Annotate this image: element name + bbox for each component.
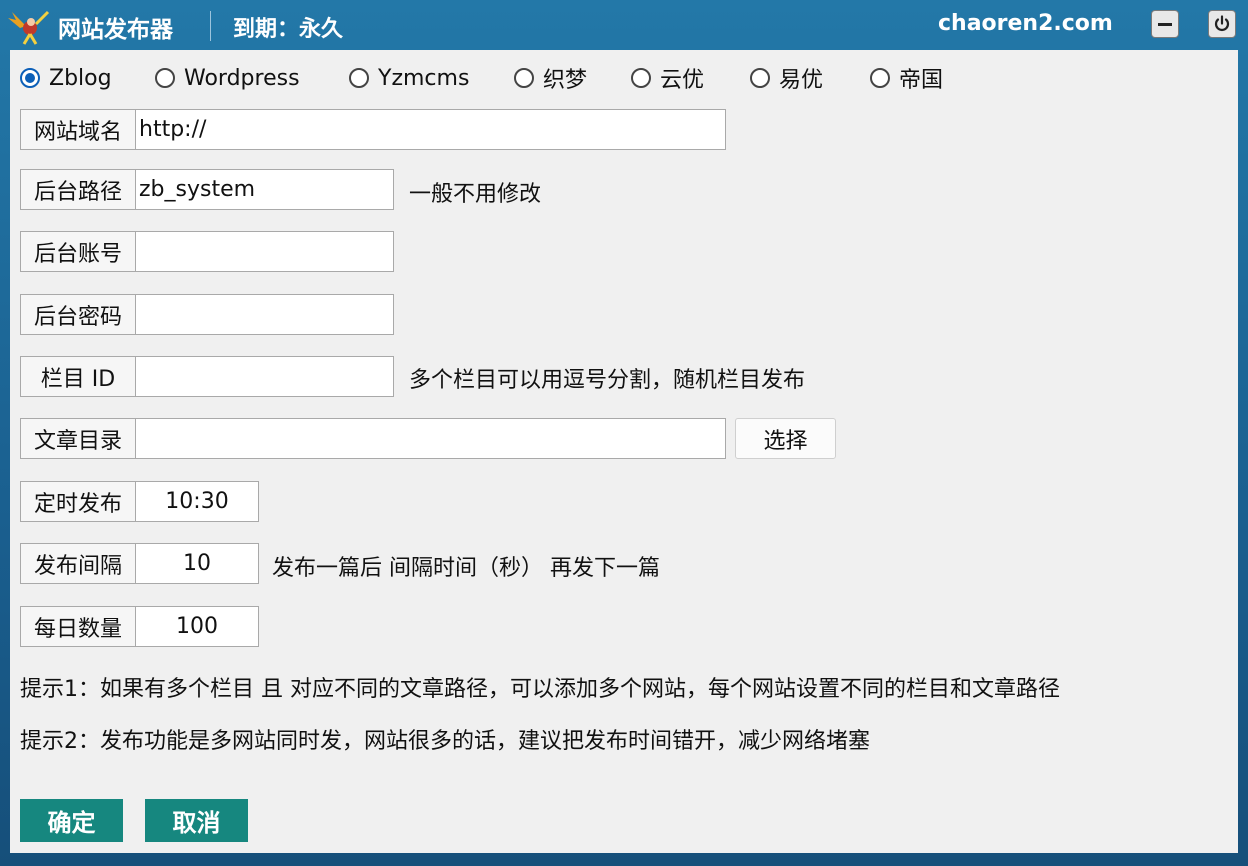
- radio-label: 易优: [779, 68, 824, 93]
- radio-eyou[interactable]: 易优: [750, 65, 824, 93]
- interval-label: 发布间隔: [20, 543, 136, 584]
- domain-label: 网站域名: [20, 109, 136, 150]
- article-dir-label: 文章目录: [20, 418, 136, 459]
- category-id-input[interactable]: [135, 356, 394, 397]
- power-icon: [1214, 15, 1230, 31]
- interval-hint: 发布一篇后 间隔时间（秒） 再发下一篇: [272, 556, 660, 581]
- radio-yzmcms[interactable]: Yzmcms: [349, 65, 469, 91]
- daily-count-label: 每日数量: [20, 606, 136, 647]
- article-dir-input[interactable]: [135, 418, 726, 459]
- radio-unselected-icon: [631, 68, 651, 88]
- radio-unselected-icon: [870, 68, 890, 88]
- radio-unselected-icon: [349, 68, 369, 88]
- minimize-icon: [1158, 23, 1172, 26]
- radio-unselected-icon: [514, 68, 534, 88]
- radio-yunyou[interactable]: 云优: [631, 65, 705, 93]
- daily-count-input[interactable]: 100: [135, 606, 259, 647]
- radio-selected-icon: [20, 68, 40, 88]
- radio-empire[interactable]: 帝国: [870, 65, 944, 93]
- radio-unselected-icon: [155, 68, 175, 88]
- tip-text: 提示1：如果有多个栏目 且 对应不同的文章路径，可以添加多个网站，每个网站设置不…: [20, 677, 1060, 702]
- radio-unselected-icon: [750, 68, 770, 88]
- ok-button[interactable]: 确定: [20, 799, 123, 842]
- app-window: 网站发布器 到期：永久 chaoren2.com Zblog Wordpress…: [0, 0, 1248, 866]
- admin-path-input[interactable]: zb_system: [135, 169, 394, 210]
- radio-label: Yzmcms: [378, 65, 470, 91]
- radio-dedecms[interactable]: 织梦: [514, 65, 588, 93]
- schedule-label: 定时发布: [20, 481, 136, 522]
- schedule-input[interactable]: 10:30: [135, 481, 259, 522]
- category-id-hint: 多个栏目可以用逗号分割，随机栏目发布: [409, 368, 806, 393]
- close-button[interactable]: [1208, 10, 1236, 38]
- app-title: 网站发布器: [58, 17, 173, 43]
- password-label: 后台密码: [20, 294, 136, 335]
- radio-label: Wordpress: [184, 65, 300, 91]
- logo-icon: [8, 10, 50, 45]
- expiry-text: 到期：永久: [233, 17, 344, 42]
- interval-input[interactable]: 10: [135, 543, 259, 584]
- domain-input[interactable]: http://: [135, 109, 726, 150]
- admin-path-label: 后台路径: [20, 169, 136, 210]
- title-bar: 网站发布器 到期：永久 chaoren2.com: [0, 0, 1248, 50]
- cancel-button[interactable]: 取消: [145, 799, 248, 842]
- admin-path-hint: 一般不用修改: [409, 182, 542, 207]
- settings-panel: Zblog Wordpress Yzmcms 织梦 云优 易优 帝国 网站域名 …: [10, 50, 1238, 853]
- account-input[interactable]: [135, 231, 394, 272]
- site-link[interactable]: chaoren2.com: [938, 11, 1113, 36]
- radio-wordpress[interactable]: Wordpress: [155, 65, 300, 91]
- browse-button[interactable]: 选择: [735, 418, 836, 459]
- title-divider: [210, 11, 211, 41]
- account-label: 后台账号: [20, 231, 136, 272]
- radio-zblog[interactable]: Zblog: [20, 65, 112, 91]
- radio-label: 帝国: [899, 68, 944, 93]
- category-id-label: 栏目 ID: [20, 356, 136, 397]
- minimize-button[interactable]: [1151, 10, 1179, 38]
- radio-label: 织梦: [543, 68, 588, 93]
- tip-text: 提示2：发布功能是多网站同时发，网站很多的话，建议把发布时间错开，减少网络堵塞: [20, 729, 870, 754]
- radio-label: 云优: [660, 68, 705, 93]
- password-input[interactable]: [135, 294, 394, 335]
- radio-label: Zblog: [49, 65, 112, 91]
